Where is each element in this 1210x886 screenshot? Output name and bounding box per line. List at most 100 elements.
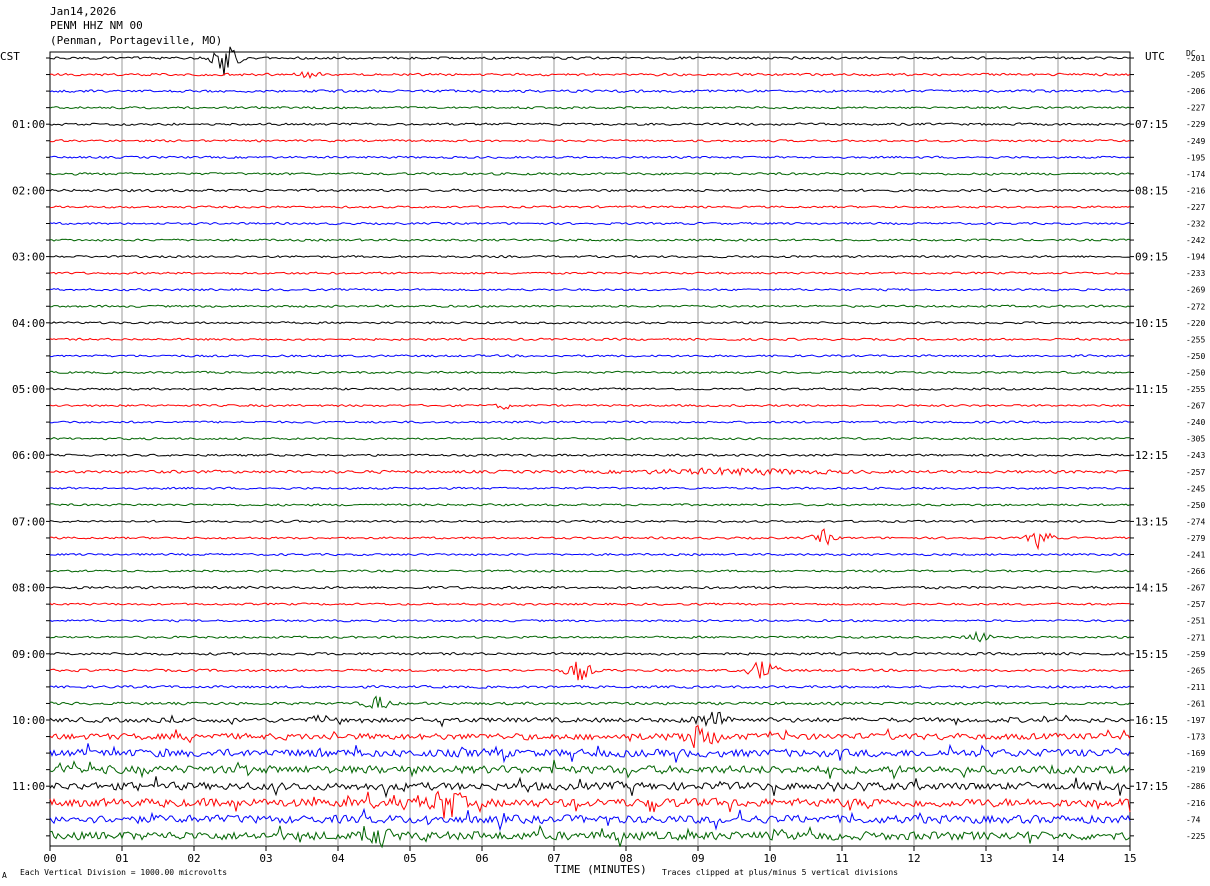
- dc-offset-label: -205: [1186, 71, 1205, 80]
- dc-offset-label: -250: [1186, 368, 1205, 377]
- x-tick-label: 11: [835, 852, 848, 865]
- utc-hour-label: 16:15: [1135, 714, 1168, 727]
- trace-row: [49, 139, 1131, 143]
- dc-offset-label: -219: [1186, 766, 1205, 775]
- dc-offset-label: -251: [1186, 617, 1205, 626]
- trace-row: [49, 486, 1131, 490]
- dc-offset-label: -272: [1186, 302, 1205, 311]
- utc-hour-label: 12:15: [1135, 449, 1168, 462]
- dc-offset-label: -274: [1186, 517, 1205, 526]
- trace-row: [49, 651, 1131, 656]
- trace-row: [49, 695, 1131, 710]
- trace-row: [49, 466, 1131, 477]
- dc-offset-label: -271: [1186, 633, 1205, 642]
- dc-offset-label: -250: [1186, 501, 1205, 510]
- dc-offset-label: -197: [1186, 716, 1205, 725]
- cst-hour-label: 07:00: [12, 515, 45, 528]
- trace-row: [49, 743, 1131, 764]
- trace-row: [49, 711, 1131, 728]
- trace-row: [50, 238, 1131, 242]
- dc-offset-label: -257: [1186, 600, 1205, 609]
- trace-row: [49, 403, 1131, 410]
- trace-row: [49, 188, 1131, 193]
- dc-offset-label: -261: [1186, 699, 1205, 708]
- utc-hour-label: 13:15: [1135, 515, 1168, 528]
- trace-row: [49, 776, 1130, 799]
- trace-row: [49, 824, 1131, 849]
- dc-offset-label: -257: [1186, 468, 1205, 477]
- dc-offset-label: -169: [1186, 749, 1205, 758]
- x-tick-label: 13: [979, 852, 992, 865]
- cst-hour-label: 10:00: [12, 714, 45, 727]
- dc-offset-label: -201: [1186, 54, 1205, 63]
- dc-offset-label: -241: [1186, 551, 1205, 560]
- x-tick-label: 05: [403, 852, 416, 865]
- dc-offset-label: -279: [1186, 534, 1205, 543]
- x-tick-label: 14: [1051, 852, 1065, 865]
- x-tick-label: 06: [475, 852, 488, 865]
- dc-offset-label: -269: [1186, 286, 1205, 295]
- trace-row: [49, 453, 1131, 457]
- dc-offset-label: -216: [1186, 186, 1205, 195]
- dc-offset-label: -174: [1186, 170, 1205, 179]
- trace-row: [49, 503, 1131, 507]
- trace-row: [49, 205, 1131, 209]
- x-tick-label: 02: [187, 852, 200, 865]
- dc-offset-label: -267: [1186, 402, 1205, 411]
- dc-offset-label: -286: [1186, 782, 1205, 791]
- trace-row: [49, 528, 1131, 551]
- trace-row: [49, 585, 1131, 590]
- trace-row: [49, 807, 1131, 832]
- trace-row: [49, 354, 1131, 358]
- cst-hour-label: 02:00: [12, 184, 45, 197]
- x-tick-label: 09: [691, 852, 704, 865]
- trace-row: [49, 370, 1130, 375]
- dc-offset-label: -206: [1186, 87, 1205, 96]
- dc-offset-label: -259: [1186, 650, 1205, 659]
- dc-offset-label: -249: [1186, 137, 1205, 146]
- trace-row: [49, 221, 1131, 226]
- utc-hour-label: 14:15: [1135, 582, 1168, 595]
- dc-offset-label: -211: [1186, 683, 1205, 692]
- cst-hour-label: 09:00: [12, 648, 45, 661]
- dc-offset-label: -194: [1186, 253, 1205, 262]
- trace-row: [49, 619, 1131, 623]
- trace-row: [49, 437, 1131, 441]
- dc-offset-label: -229: [1186, 120, 1205, 129]
- clip-note: Traces clipped at plus/minus 5 vertical …: [662, 868, 899, 877]
- x-tick-label: 00: [43, 852, 56, 865]
- utc-hour-label: 07:15: [1135, 118, 1168, 131]
- dc-offset-label: -242: [1186, 236, 1205, 245]
- x-tick-label: 10: [763, 852, 776, 865]
- trace-row: [49, 254, 1131, 259]
- utc-hour-label: 09:15: [1135, 251, 1168, 264]
- trace-row: [50, 271, 1131, 275]
- x-tick-label: 04: [331, 852, 345, 865]
- x-tick-label: 15: [1123, 852, 1136, 865]
- cst-hour-label: 04:00: [12, 317, 45, 330]
- helicorder-plot: 00 01 02 03 04 05 06 07 08 09 10 11 12 13 14 15-201-205…: [12, 46, 1205, 865]
- cst-hour-label: 11:00: [12, 780, 45, 793]
- utc-hour-label: 10:15: [1135, 317, 1168, 330]
- dc-offset-label: -243: [1186, 451, 1205, 460]
- x-tick-label: 01: [115, 852, 128, 865]
- dc-offset-label: -267: [1186, 584, 1205, 593]
- trace-row: [49, 288, 1131, 292]
- dc-offset-label: -233: [1186, 269, 1205, 278]
- plot-frame: [49, 51, 1131, 847]
- cst-hour-label: 08:00: [12, 582, 45, 595]
- dc-offset-label: -240: [1186, 418, 1205, 427]
- trace-row: [49, 569, 1131, 573]
- trace-row: [49, 337, 1131, 341]
- trace-row: [49, 724, 1131, 749]
- dc-offset-label: -305: [1186, 435, 1205, 444]
- dc-offset-label: -220: [1186, 319, 1205, 328]
- dc-offset-label: -227: [1186, 203, 1205, 212]
- trace-row: [49, 684, 1131, 689]
- trace-row: [49, 602, 1131, 606]
- trace-row: [49, 106, 1131, 110]
- dc-offset-label: -227: [1186, 104, 1205, 113]
- utc-hour-label: 08:15: [1135, 184, 1168, 197]
- trace-row: [49, 155, 1131, 159]
- scale-note: Each Vertical Division = 1000.00 microvo…: [20, 868, 228, 877]
